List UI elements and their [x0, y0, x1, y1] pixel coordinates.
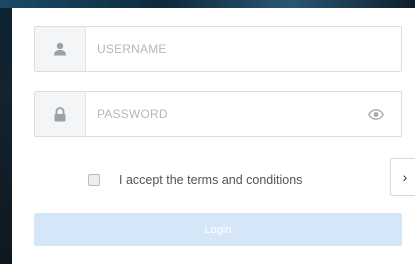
terms-label: I accept the terms and conditions — [119, 173, 303, 187]
password-field — [34, 91, 402, 137]
password-icon-box — [35, 92, 86, 136]
eye-icon — [368, 108, 384, 120]
user-icon — [54, 42, 66, 56]
login-card: I accept the terms and conditions › Logi… — [12, 8, 415, 264]
show-password-toggle[interactable] — [367, 107, 385, 121]
terms-row: I accept the terms and conditions — [88, 171, 302, 189]
username-icon-box — [35, 27, 86, 71]
password-input[interactable] — [97, 102, 347, 126]
lock-icon — [54, 106, 66, 121]
next-arrow-button[interactable]: › — [390, 158, 415, 196]
top-banner-strip — [0, 0, 415, 8]
username-input[interactable] — [97, 37, 347, 61]
chevron-right-icon: › — [402, 169, 408, 185]
login-button[interactable]: Login — [34, 213, 402, 246]
username-field — [34, 26, 402, 72]
terms-checkbox[interactable] — [88, 174, 100, 186]
